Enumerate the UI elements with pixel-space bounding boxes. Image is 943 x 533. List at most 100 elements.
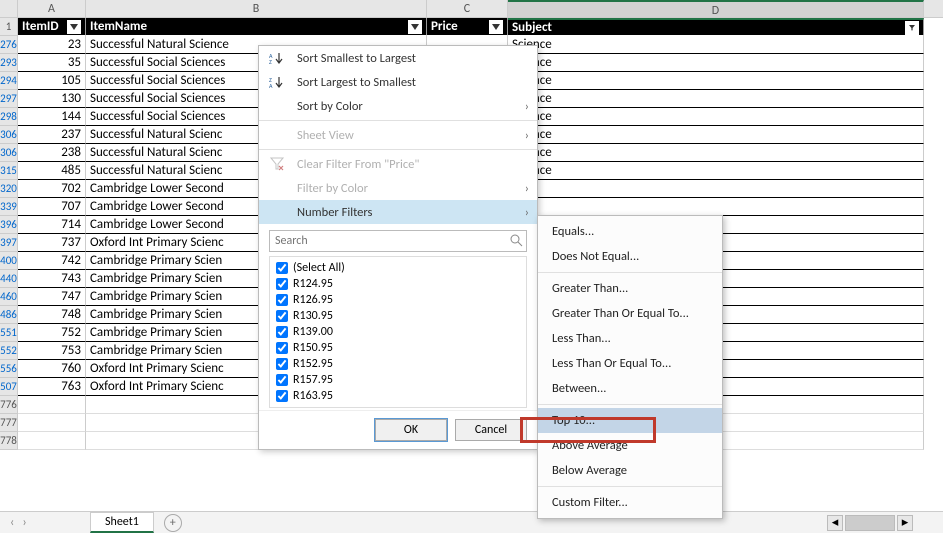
row-number[interactable]: 397 bbox=[0, 234, 18, 252]
filter-lte[interactable]: Less Than Or Equal To... bbox=[538, 351, 722, 376]
filter-below-average[interactable]: Below Average bbox=[538, 458, 722, 483]
cell-subject[interactable]: Science bbox=[508, 108, 924, 126]
cell-subject[interactable]: Science bbox=[508, 162, 924, 180]
col-header-c[interactable]: C bbox=[427, 0, 508, 17]
header-item-name[interactable]: ItemName bbox=[86, 18, 427, 36]
cell-subject[interactable] bbox=[508, 180, 924, 198]
filter-not-equal[interactable]: Does Not Equal... bbox=[538, 244, 722, 269]
cell-subject[interactable]: Science bbox=[508, 126, 924, 144]
cell-item-id[interactable]: 752 bbox=[18, 324, 86, 342]
cell-subject[interactable]: Science bbox=[508, 90, 924, 108]
row-number[interactable]: 507 bbox=[0, 378, 18, 396]
row-number[interactable]: 276 bbox=[0, 36, 18, 54]
sort-by-color[interactable]: Sort by Color › bbox=[259, 94, 537, 118]
row-number[interactable]: 551 bbox=[0, 324, 18, 342]
row-number[interactable]: 776 bbox=[0, 396, 18, 414]
cell-item-id[interactable]: 238 bbox=[18, 144, 86, 162]
cell-item-id[interactable]: 747 bbox=[18, 288, 86, 306]
scroll-left-icon[interactable]: ◂ bbox=[827, 515, 843, 531]
row-number[interactable]: 778 bbox=[0, 432, 18, 450]
filter-dropdown-icon[interactable] bbox=[67, 20, 81, 34]
header-price[interactable]: Price bbox=[427, 18, 508, 36]
checkbox[interactable] bbox=[276, 374, 288, 386]
filter-value-item[interactable]: R126.95 bbox=[273, 292, 523, 308]
filter-less-than[interactable]: Less Than... bbox=[538, 326, 722, 351]
checkbox[interactable] bbox=[276, 294, 288, 306]
cell-subject[interactable]: Science bbox=[508, 36, 924, 54]
cell-item-id[interactable]: 707 bbox=[18, 198, 86, 216]
cell-item-id[interactable]: 748 bbox=[18, 306, 86, 324]
filter-value-item[interactable]: R124.95 bbox=[273, 276, 523, 292]
row-number[interactable]: 320 bbox=[0, 180, 18, 198]
row-number[interactable]: 440 bbox=[0, 270, 18, 288]
filter-value-item[interactable]: R150.95 bbox=[273, 340, 523, 356]
filter-above-average[interactable]: Above Average bbox=[538, 433, 722, 458]
filter-search-input[interactable] bbox=[269, 230, 527, 252]
cell-item-id[interactable]: 743 bbox=[18, 270, 86, 288]
chevron-right-icon[interactable]: › bbox=[22, 515, 26, 530]
cell-item-id[interactable]: 35 bbox=[18, 54, 86, 72]
cell-subject[interactable]: Science bbox=[508, 144, 924, 162]
number-filters[interactable]: Number Filters › bbox=[259, 200, 537, 224]
cell-item-id[interactable]: 105 bbox=[18, 72, 86, 90]
filter-value-item[interactable]: R130.95 bbox=[273, 308, 523, 324]
ok-button[interactable]: OK bbox=[375, 419, 447, 441]
checkbox[interactable] bbox=[276, 326, 288, 338]
filter-top-10[interactable]: Top 10... bbox=[538, 408, 722, 433]
scroll-right-icon[interactable]: ▸ bbox=[897, 515, 913, 531]
row-number[interactable]: 552 bbox=[0, 342, 18, 360]
add-sheet-button[interactable]: + bbox=[164, 514, 182, 532]
row-number[interactable]: 777 bbox=[0, 414, 18, 432]
filter-custom[interactable]: Custom Filter... bbox=[538, 490, 722, 515]
filter-value-item[interactable]: R163.95 bbox=[273, 388, 523, 404]
checkbox[interactable] bbox=[276, 342, 288, 354]
sheet-nav-arrows[interactable]: ‹ › bbox=[10, 515, 27, 530]
checkbox[interactable] bbox=[276, 358, 288, 370]
filter-select-all[interactable]: (Select All) bbox=[273, 260, 523, 276]
cell-item-id[interactable]: 237 bbox=[18, 126, 86, 144]
filter-value-item[interactable]: R139.00 bbox=[273, 324, 523, 340]
filter-dropdown-icon[interactable] bbox=[408, 20, 422, 34]
filter-gte[interactable]: Greater Than Or Equal To... bbox=[538, 301, 722, 326]
filter-values-list[interactable]: (Select All) R124.95R126.95R130.95R139.0… bbox=[269, 256, 527, 408]
cell-item-id[interactable]: 753 bbox=[18, 342, 86, 360]
cell-item-id[interactable]: 742 bbox=[18, 252, 86, 270]
checkbox[interactable] bbox=[276, 390, 288, 402]
sheet-tab-sheet1[interactable]: Sheet1 bbox=[90, 512, 154, 533]
sort-ascending[interactable]: AZ Sort Smallest to Largest bbox=[259, 46, 537, 70]
select-all-corner[interactable] bbox=[0, 0, 18, 17]
col-header-b[interactable]: B bbox=[86, 0, 427, 17]
cell-item-id[interactable]: 737 bbox=[18, 234, 86, 252]
row-number[interactable]: 339 bbox=[0, 198, 18, 216]
filter-funnel-icon[interactable] bbox=[905, 21, 919, 35]
row-number[interactable]: 306 bbox=[0, 144, 18, 162]
sort-descending[interactable]: ZA Sort Largest to Smallest bbox=[259, 70, 537, 94]
cell-subject[interactable]: Science bbox=[508, 54, 924, 72]
filter-equals[interactable]: Equals... bbox=[538, 219, 722, 244]
cell-subject[interactable] bbox=[508, 198, 924, 216]
col-header-a[interactable]: A bbox=[18, 0, 86, 17]
row-number[interactable]: 315 bbox=[0, 162, 18, 180]
header-item-id[interactable]: ItemID bbox=[18, 18, 86, 36]
col-header-d[interactable]: D bbox=[508, 0, 924, 17]
cell-item-id[interactable]: 144 bbox=[18, 108, 86, 126]
checkbox[interactable] bbox=[276, 262, 288, 274]
row-number[interactable]: 298 bbox=[0, 108, 18, 126]
row-number[interactable]: 306 bbox=[0, 126, 18, 144]
scroll-thumb[interactable] bbox=[845, 515, 895, 531]
cell[interactable] bbox=[18, 414, 86, 432]
filter-greater-than[interactable]: Greater Than... bbox=[538, 276, 722, 301]
header-subject[interactable]: Subject bbox=[508, 18, 924, 36]
cancel-button[interactable]: Cancel bbox=[455, 419, 527, 441]
cell-item-id[interactable]: 23 bbox=[18, 36, 86, 54]
row-number[interactable]: 294 bbox=[0, 72, 18, 90]
cell-item-id[interactable]: 485 bbox=[18, 162, 86, 180]
cell-item-id[interactable]: 763 bbox=[18, 378, 86, 396]
filter-between[interactable]: Between... bbox=[538, 376, 722, 401]
cell-item-id[interactable]: 714 bbox=[18, 216, 86, 234]
row-number[interactable]: 297 bbox=[0, 90, 18, 108]
row-number[interactable]: 293 bbox=[0, 54, 18, 72]
cell[interactable] bbox=[18, 432, 86, 450]
row-number[interactable]: 400 bbox=[0, 252, 18, 270]
chevron-left-icon[interactable]: ‹ bbox=[10, 515, 14, 530]
